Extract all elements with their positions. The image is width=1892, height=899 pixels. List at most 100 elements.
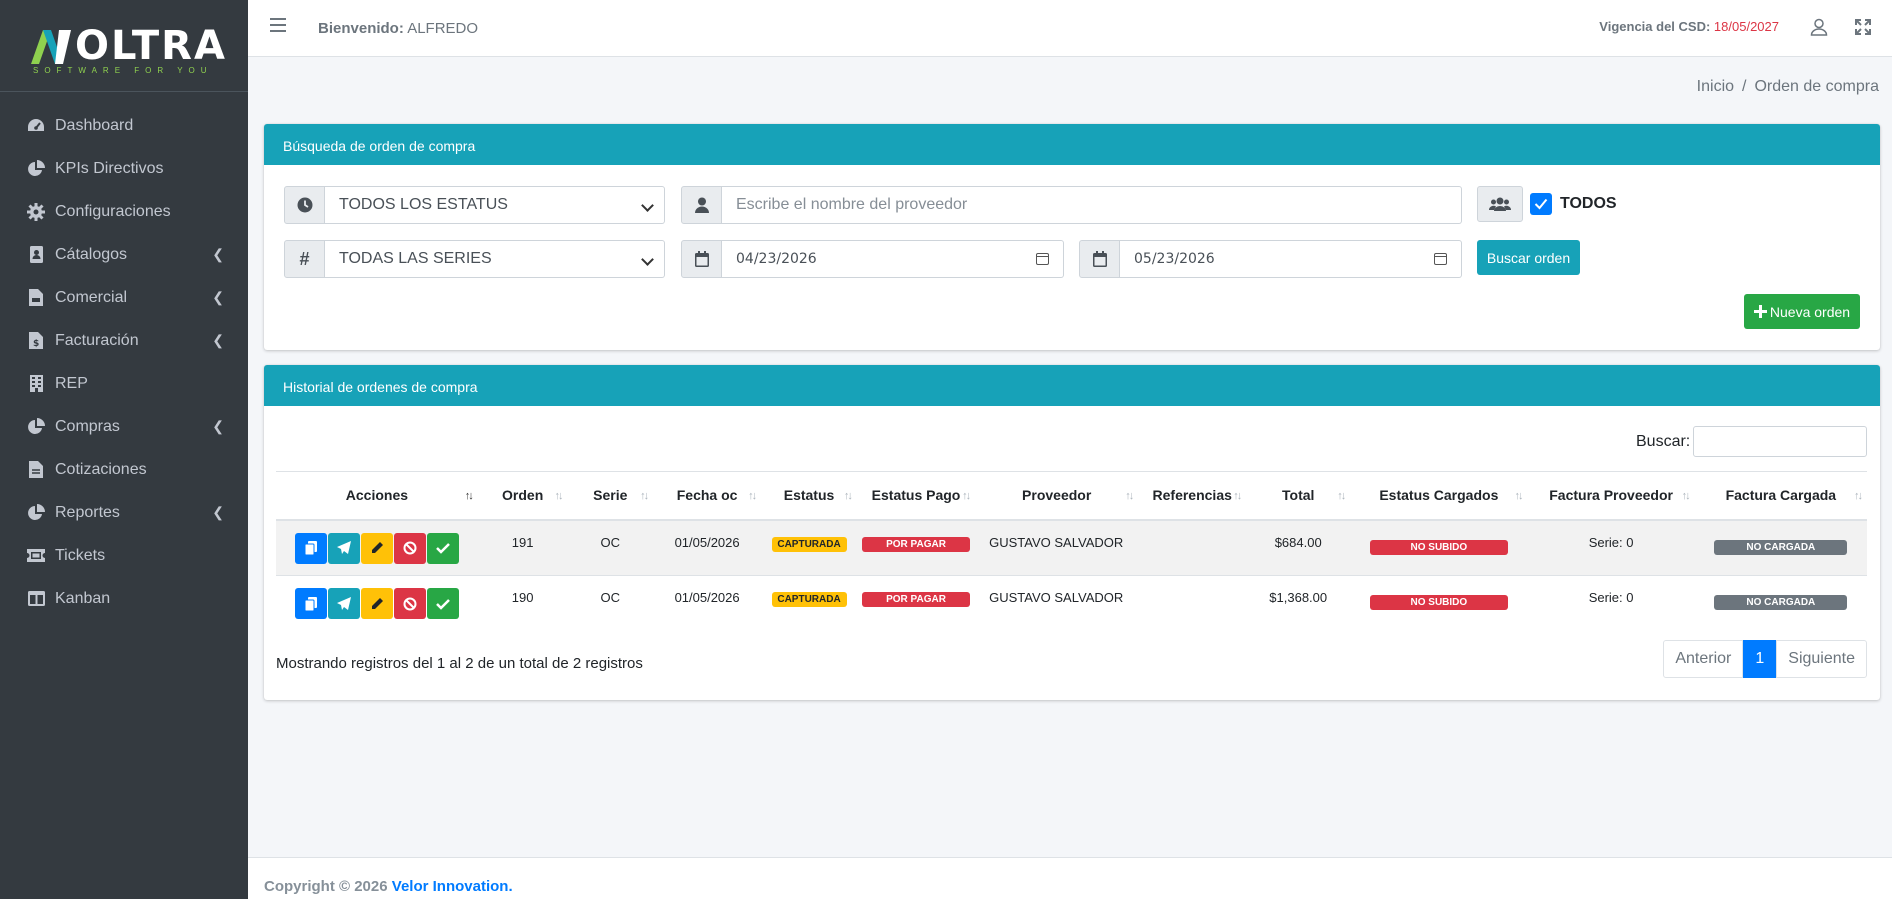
date-to-group: 05/23/2026	[1079, 240, 1462, 278]
topbar: Bienvenido: ALFREDO Vigencia del CSD: 18…	[248, 0, 1892, 57]
column-header[interactable]: Referencias ↑↓	[1138, 471, 1247, 521]
sidebar-item-comercial[interactable]: Comercial ❮	[0, 276, 248, 319]
sidebar-item-cotizaciones[interactable]: Cotizaciones	[0, 448, 248, 491]
search-order-button[interactable]: Buscar orden	[1477, 240, 1580, 275]
status-badge: CAPTURADA	[771, 536, 847, 552]
column-header[interactable]: Fecha oc ↑↓	[653, 471, 762, 521]
hashtag-icon: #	[284, 240, 325, 278]
fullscreen-icon[interactable]	[1854, 18, 1872, 36]
sidebar-item-facturacion[interactable]: $ Facturación ❮	[0, 319, 248, 362]
column-header[interactable]: Estatus Cargados ↑↓	[1350, 471, 1528, 521]
user-name: ALFREDO	[407, 20, 479, 37]
upload-status-badge: NO SUBIDO	[1369, 595, 1508, 610]
user-icon[interactable]	[1810, 18, 1828, 36]
cancel-button[interactable]	[393, 588, 426, 619]
sidebar-item-label: Compras	[55, 417, 120, 435]
sidebar-item-kpis[interactable]: KPIs Directivos	[0, 147, 248, 190]
sidebar-item-catalogos[interactable]: Cátalogos ❮	[0, 233, 248, 276]
calendar-picker-icon[interactable]	[1434, 253, 1447, 265]
users-icon[interactable]	[1477, 186, 1523, 222]
hamburger-menu-icon[interactable]	[270, 18, 286, 32]
sidebar-item-dashboard[interactable]: Dashboard	[0, 104, 248, 147]
sidebar-item-label: Facturación	[55, 331, 139, 349]
cancel-button[interactable]	[393, 532, 426, 564]
check-icon	[436, 598, 450, 610]
company-link[interactable]: Velor Innovation.	[392, 878, 513, 895]
csd-date: 18/05/2027	[1713, 19, 1779, 34]
calendar-picker-icon[interactable]	[1036, 253, 1049, 265]
sidebar-item-label: Cátalogos	[55, 245, 128, 263]
column-header[interactable]: Factura Proveedor ↑↓	[1527, 471, 1695, 521]
status-filter-group: TODOS LOS ESTATUS	[284, 186, 665, 224]
copy-icon	[304, 541, 317, 555]
edit-button[interactable]	[360, 532, 393, 564]
sidebar-item-label: Comercial	[55, 288, 128, 306]
breadcrumb-home[interactable]: Inicio	[1697, 78, 1734, 95]
column-header[interactable]: Estatus ↑↓	[761, 471, 857, 521]
column-header[interactable]: Orden ↑↓	[477, 471, 568, 521]
pagination: Anterior 1 Siguiente	[1663, 640, 1867, 678]
ban-icon	[403, 541, 417, 555]
column-header[interactable]: Total ↑↓	[1246, 471, 1351, 521]
cell-total: $1,368.00	[1246, 575, 1351, 632]
pie-chart-icon	[26, 503, 46, 523]
building-icon	[26, 374, 46, 394]
send-button[interactable]	[327, 532, 360, 564]
copy-button[interactable]	[294, 588, 327, 619]
sidebar-item-tickets[interactable]: Tickets	[0, 534, 248, 577]
send-button[interactable]	[327, 588, 360, 619]
todos-checkbox[interactable]	[1530, 193, 1552, 215]
new-order-button[interactable]: Nueva orden	[1744, 294, 1860, 329]
copyright-text: Copyright © 2026	[264, 878, 388, 895]
column-header[interactable]: Proveedor ↑↓	[975, 471, 1139, 521]
pagination-next[interactable]: Siguiente	[1776, 640, 1867, 678]
series-select[interactable]: TODAS LAS SERIES	[325, 240, 665, 278]
column-header[interactable]: Factura Cargada ↑↓	[1694, 471, 1867, 521]
copy-icon	[304, 596, 317, 611]
date-to-input[interactable]: 05/23/2026	[1120, 240, 1462, 278]
pagination-page[interactable]: 1	[1743, 640, 1777, 678]
provider-input[interactable]: Escribe el nombre del proveedor	[722, 186, 1462, 224]
copy-button[interactable]	[294, 532, 327, 564]
table-info: Mostrando registros del 1 al 2 de un tot…	[276, 655, 643, 672]
sidebar-item-compras[interactable]: Compras ❮	[0, 405, 248, 448]
series-filter-group: # TODAS LAS SERIES	[284, 240, 665, 278]
tachometer-icon	[26, 116, 46, 136]
table-search-input[interactable]	[1693, 426, 1867, 457]
pencil-icon	[371, 542, 383, 553]
approve-button[interactable]	[426, 588, 459, 619]
payment-status-badge: POR PAGAR	[862, 536, 971, 552]
cell-referencias	[1138, 519, 1247, 576]
sidebar-item-label: KPIs Directivos	[55, 159, 164, 177]
pagination-previous[interactable]: Anterior	[1663, 640, 1744, 678]
approve-button[interactable]	[426, 532, 459, 564]
status-select[interactable]: TODOS LOS ESTATUS	[325, 186, 665, 224]
cell-proveedor: GUSTAVO SALVADOR	[975, 575, 1139, 632]
column-header[interactable]: Serie ↑↓	[567, 471, 654, 521]
column-header[interactable]: Acciones ↑↓	[276, 471, 478, 521]
welcome-message: Bienvenido: ALFREDO	[318, 20, 478, 37]
sidebar-item-configuraciones[interactable]: Configuraciones	[0, 190, 248, 233]
orders-table: Acciones ↑↓ Orden ↑↓ Serie ↑↓ Fecha oc ↑↓ Es…	[276, 471, 1867, 632]
history-card-title: Historial de ordenes de compra	[264, 365, 1880, 406]
date-to-value: 05/23/2026	[1134, 251, 1215, 267]
sidebar-item-rep[interactable]: REP	[0, 362, 248, 405]
gear-icon	[26, 202, 46, 222]
file-invoice-icon	[26, 288, 46, 308]
table-row: 191 OC 01/05/2026 CAPTURADA POR PAGAR GU…	[276, 519, 1867, 576]
date-from-input[interactable]: 04/23/2026	[722, 240, 1064, 278]
brand[interactable]: OLTRA SOFTWARE FOR YOU	[0, 0, 248, 92]
date-from-value: 04/23/2026	[736, 251, 817, 267]
sidebar-item-kanban[interactable]: Kanban	[0, 577, 248, 620]
edit-button[interactable]	[360, 588, 393, 619]
calendar-icon	[681, 240, 722, 278]
file-invoice-dollar-icon: $	[26, 331, 46, 351]
csd-validity: Vigencia del CSD: 18/05/2027	[1599, 19, 1779, 34]
sidebar-item-label: Reportes	[55, 503, 120, 521]
columns-icon	[26, 589, 46, 609]
user-icon	[681, 186, 722, 224]
column-header[interactable]: Estatus Pago ↑↓	[856, 471, 976, 521]
cell-referencias	[1138, 575, 1247, 632]
sidebar-item-label: Kanban	[55, 589, 111, 607]
sidebar-item-reportes[interactable]: Reportes ❮	[0, 491, 248, 534]
